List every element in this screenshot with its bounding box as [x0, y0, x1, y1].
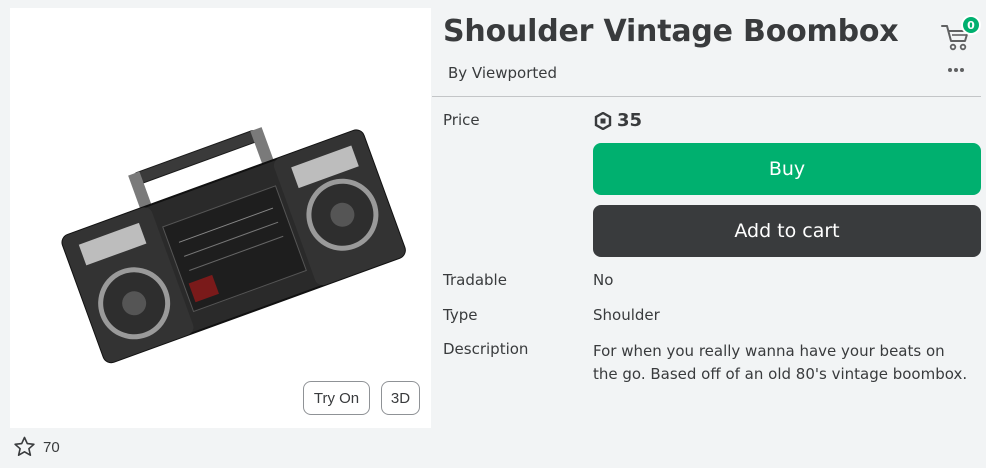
- price-value: 35: [617, 110, 643, 131]
- try-on-button[interactable]: Try On: [303, 381, 370, 415]
- favorite-control[interactable]: 70: [12, 435, 60, 459]
- tradable-value: No: [593, 271, 614, 289]
- add-to-cart-button[interactable]: Add to cart: [593, 205, 981, 257]
- cart-count-badge: 0: [961, 15, 981, 35]
- 3d-view-button[interactable]: 3D: [381, 381, 420, 415]
- type-label: Type: [443, 306, 478, 324]
- description-text: For when you really wanna have your beat…: [593, 342, 968, 383]
- buy-button[interactable]: Buy: [593, 143, 981, 195]
- header-divider: [432, 96, 981, 97]
- tradable-label: Tradable: [443, 271, 507, 289]
- description-label: Description: [443, 340, 529, 358]
- favorite-count: 70: [43, 438, 60, 456]
- price-display: 35: [594, 110, 642, 131]
- more-options-icon[interactable]: [948, 64, 968, 76]
- type-value[interactable]: Shoulder: [593, 306, 660, 324]
- creator-link[interactable]: By Viewported: [448, 64, 557, 82]
- item-thumbnail-panel: Try On 3D: [10, 8, 431, 428]
- star-icon[interactable]: [12, 435, 37, 459]
- price-label: Price: [443, 111, 480, 129]
- boombox-thumbnail: [61, 127, 406, 364]
- robux-icon: [594, 111, 612, 130]
- item-title: Shoulder Vintage Boombox: [443, 14, 899, 49]
